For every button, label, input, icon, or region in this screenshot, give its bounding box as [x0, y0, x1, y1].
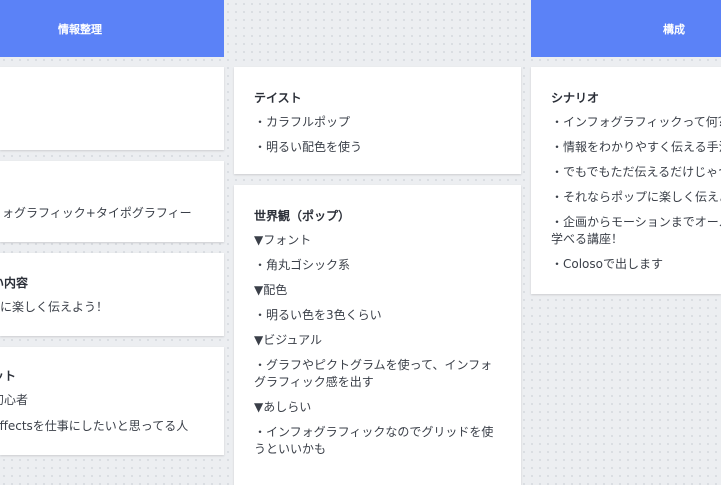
left-card-1[interactable] — [0, 67, 224, 150]
scenario-item: ・それならポップに楽しく伝えよ — [551, 190, 721, 204]
scenario-item: ・企画からモーションまでオール — [551, 215, 721, 229]
worldview-item: ・明るい色を3色くらい — [254, 308, 382, 322]
scenario-item: ・でもでもただ伝えるだけじゃつ — [551, 165, 721, 179]
left-card-3[interactable]: い内容 ずに楽しく伝えよう！ — [0, 253, 224, 336]
card-text: 初心者 — [0, 393, 29, 407]
worldview-item: ・インフォグラフィックなのでグリッドを使うといいかも — [254, 425, 494, 456]
card-text: ォグラフィック+タイポグラフィー — [2, 206, 192, 220]
column-header-info-organize[interactable]: 情報整理 — [0, 0, 224, 57]
taste-item: ・明るい配色を使う — [254, 140, 363, 154]
left-card-4[interactable]: ット 初心者 Effectsを仕事にしたいと思ってる人 — [0, 347, 224, 455]
card-title: シナリオ — [551, 91, 600, 105]
card-title: ット — [0, 369, 17, 383]
taste-card[interactable]: テイスト ・カラフルポップ ・明るい配色を使う — [234, 67, 521, 174]
left-card-2[interactable]: ォグラフィック+タイポグラフィー — [0, 161, 224, 242]
worldview-item: ▼フォント — [254, 233, 312, 247]
scenario-item: ・Colosoで出します — [551, 257, 663, 271]
column-header-structure[interactable]: 構成 — [531, 0, 721, 57]
card-text: Effectsを仕事にしたいと思ってる人 — [0, 419, 189, 433]
scenario-card[interactable]: シナリオ ・インフォグラフィックって何？ ・情報をわかりやすく伝える手法 ・でも… — [531, 67, 721, 294]
card-text: ずに楽しく伝えよう！ — [0, 300, 109, 314]
worldview-item: ▼ビジュアル — [254, 333, 323, 347]
card-title: い内容 — [0, 276, 29, 290]
worldview-item: ・グラフやピクトグラムを使って、インフォグラフィック感を出す — [254, 358, 493, 389]
card-title: テイスト — [254, 91, 302, 105]
worldview-item: ・角丸ゴシック系 — [254, 258, 351, 272]
worldview-card[interactable]: 世界観（ポップ） ▼フォント ・角丸ゴシック系 ▼配色 ・明るい色を3色くらい … — [234, 185, 521, 485]
worldview-item: ▼あしらい — [254, 400, 312, 414]
scenario-item: ・情報をわかりやすく伝える手法 — [551, 140, 721, 154]
scenario-item: ・インフォグラフィックって何？ — [551, 115, 721, 129]
taste-item: ・カラフルポップ — [254, 115, 351, 129]
scenario-item: 学べる講座！ — [551, 232, 624, 246]
worldview-item: ▼配色 — [254, 283, 288, 297]
column-header-title: 情報整理 — [58, 22, 102, 36]
column-header-title: 構成 — [663, 22, 685, 36]
card-title: 世界観（ポップ） — [254, 209, 351, 223]
